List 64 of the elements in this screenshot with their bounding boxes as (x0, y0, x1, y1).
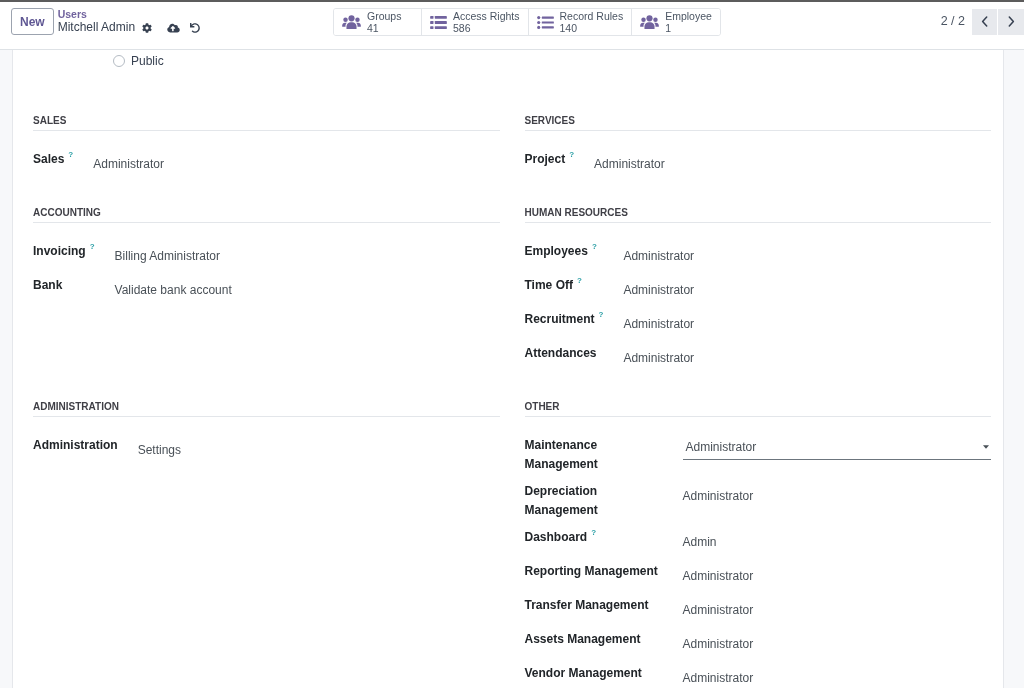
field-value: Administrator (682, 569, 754, 583)
section-title: HUMAN RESOURCES (524, 207, 628, 218)
section-title: ACCOUNTING (33, 207, 101, 218)
pager-value: 2 / 2 (940, 13, 965, 31)
help-marker[interactable]: ? (68, 149, 74, 159)
field-label: Dashboard (524, 530, 588, 544)
new-button[interactable]: New (11, 8, 54, 35)
field-value: Administrator (623, 351, 695, 365)
section-title: SERVICES (524, 115, 575, 126)
field-label: Transfer Management (524, 598, 649, 612)
field-value: Billing Administrator (114, 249, 220, 263)
record-title: Mitchell Admin (57, 20, 136, 35)
field-value: Administrator (623, 317, 695, 331)
field-value: Administrator (682, 489, 754, 503)
smart-button[interactable]: Employee 1 (631, 9, 720, 35)
help-marker[interactable]: ? (591, 527, 597, 537)
radio-button[interactable] (113, 55, 125, 67)
section-title: ADMINISTRATION (33, 401, 119, 412)
field-label: Reporting Management (524, 564, 658, 578)
next-page-button[interactable] (998, 8, 1024, 35)
field-label: Employees (524, 244, 588, 258)
field-label: Administration (33, 438, 118, 452)
settings-icon[interactable] (142, 22, 153, 33)
select-field[interactable]: Administrator (682, 435, 991, 460)
field-label: Project (524, 152, 566, 166)
users-icon (640, 15, 660, 29)
field-value: Settings (137, 443, 182, 457)
field-value: Administrator (682, 637, 754, 651)
field-label: Vendor Management (524, 666, 642, 680)
field-label: Recruitment (524, 312, 595, 326)
field-value: Administrator (623, 283, 695, 297)
field-label: Invoicing (33, 244, 86, 258)
field-value: Administrator (623, 249, 695, 263)
field-label: Sales (33, 152, 65, 166)
chevron-right-icon (1007, 16, 1015, 27)
breadcrumb-link[interactable]: Users (57, 8, 201, 20)
field-label: Attendances (524, 346, 597, 360)
field-value: Administrator (93, 157, 164, 171)
field-label: Assets Management (524, 632, 641, 646)
help-marker[interactable]: ? (569, 149, 575, 159)
bulleted-list-icon (536, 15, 554, 29)
list-icon (430, 15, 447, 29)
help-marker[interactable]: ? (591, 241, 597, 251)
previous-page-button[interactable] (972, 8, 998, 35)
field-value: Administrator (682, 603, 754, 617)
help-marker[interactable]: ? (576, 275, 582, 285)
section-title: SALES (33, 115, 67, 126)
field-label: Time Off (524, 278, 573, 292)
cloud-upload-icon[interactable] (167, 22, 181, 33)
field-label: Bank (33, 278, 63, 292)
field-label: Depreciation Management (524, 484, 598, 517)
field-value: Validate bank account (114, 283, 232, 297)
chevron-left-icon (981, 16, 988, 27)
caret-icon (983, 445, 989, 449)
users-icon (342, 15, 361, 29)
help-marker[interactable]: ? (89, 241, 95, 251)
help-marker[interactable]: ? (598, 309, 604, 319)
field-value: Admin (682, 535, 717, 549)
undo-icon[interactable] (190, 22, 201, 33)
field-value: Administrator (682, 671, 754, 685)
field-label: Maintenance Management (524, 438, 598, 471)
option-label: Public (131, 53, 164, 70)
field-value: Administrator (594, 157, 665, 171)
section-title: OTHER (524, 401, 560, 412)
